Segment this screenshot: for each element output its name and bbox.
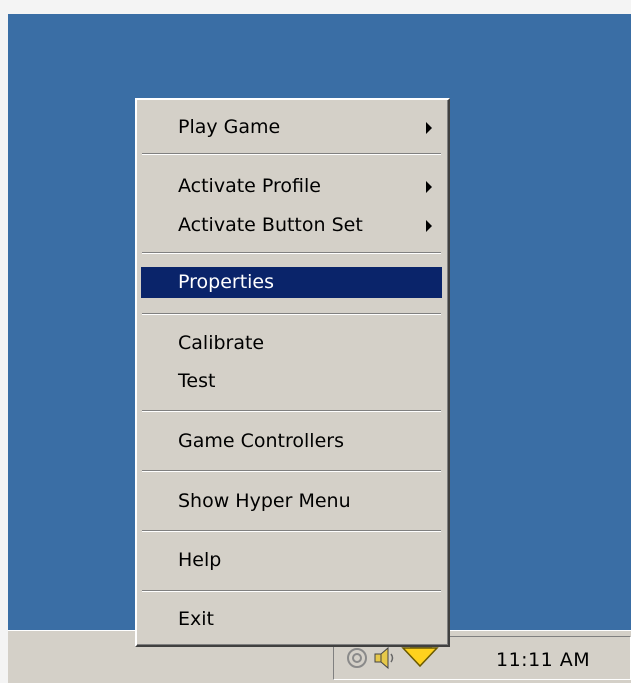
submenu-arrow-icon	[426, 220, 432, 232]
menu-item-exit[interactable]: Exit	[141, 604, 442, 635]
menu-item-label: Exit	[178, 608, 214, 630]
device-icon[interactable]	[344, 645, 370, 671]
menu-item-label: Help	[178, 549, 222, 571]
menu-separator	[142, 313, 441, 315]
menu-item-label: Game Controllers	[178, 430, 344, 452]
menu-item-activate-button-set[interactable]: Activate Button Set	[141, 210, 442, 241]
menu-item-show-hyper-menu[interactable]: Show Hyper Menu	[141, 486, 442, 517]
menu-item-help[interactable]: Help	[141, 545, 442, 576]
menu-item-properties[interactable]: Properties	[141, 267, 442, 298]
menu-item-label: Test	[178, 370, 216, 392]
menu-item-game-controllers[interactable]: Game Controllers	[141, 426, 442, 457]
menu-item-test[interactable]: Test	[141, 366, 442, 397]
menu-item-label: Play Game	[178, 116, 281, 138]
menu-item-label: Calibrate	[178, 332, 265, 354]
menu-separator	[142, 252, 441, 254]
screenshot-border	[0, 0, 631, 14]
menu-item-label: Activate Button Set	[178, 214, 363, 236]
menu-item-label: Show Hyper Menu	[178, 490, 351, 512]
menu-item-calibrate[interactable]: Calibrate	[141, 328, 442, 359]
menu-separator	[142, 470, 441, 472]
menu-item-label: Activate Profile	[178, 175, 321, 197]
submenu-arrow-icon	[426, 122, 432, 134]
submenu-arrow-icon	[426, 181, 432, 193]
menu-item-activate-profile[interactable]: Activate Profile	[141, 171, 442, 202]
menu-separator	[142, 530, 441, 532]
speaker-icon[interactable]	[372, 645, 398, 671]
menu-separator	[142, 590, 441, 592]
menu-item-play-game[interactable]: Play Game	[141, 112, 442, 143]
menu-separator	[142, 410, 441, 412]
menu-separator	[142, 153, 441, 155]
taskbar-clock[interactable]: 11:11 AM	[496, 649, 590, 671]
menu-item-label: Properties	[178, 271, 275, 293]
